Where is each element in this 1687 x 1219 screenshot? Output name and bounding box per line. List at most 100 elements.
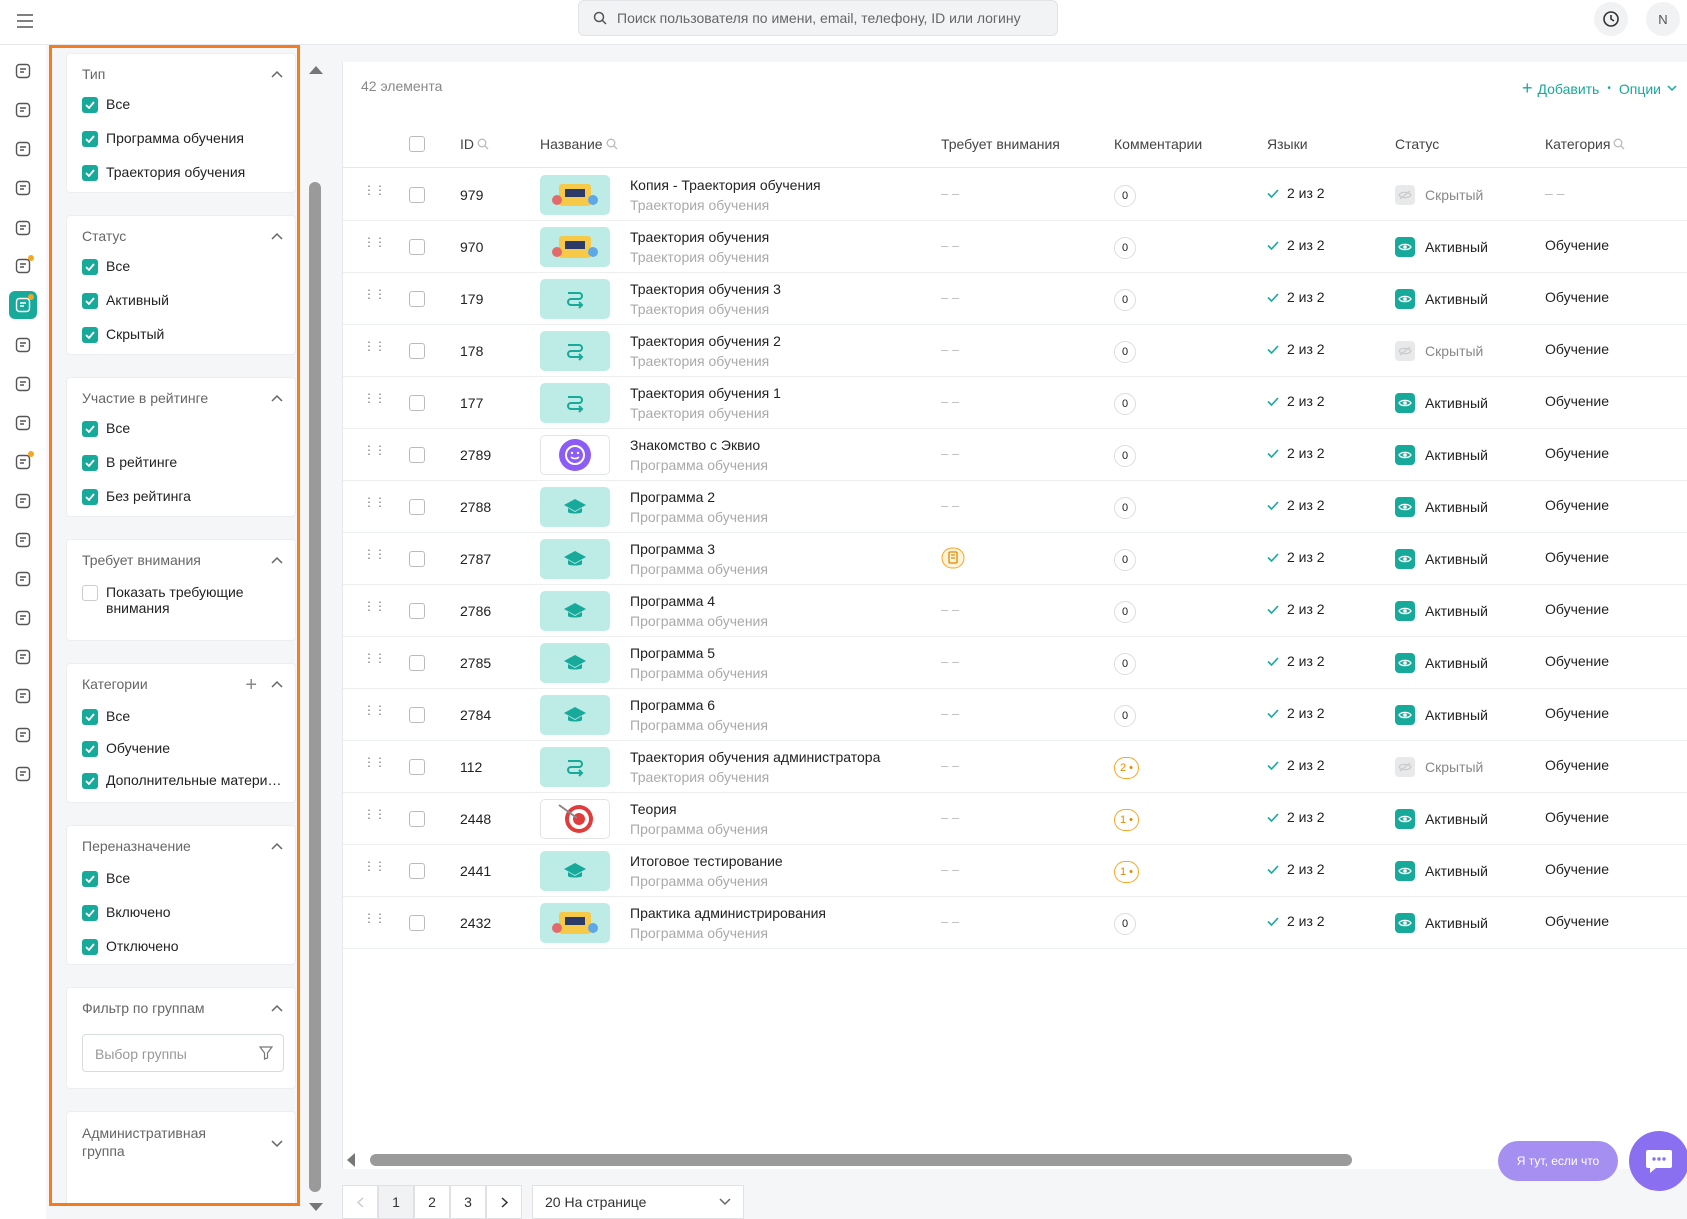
add-category-icon[interactable]: + — [245, 675, 257, 695]
checkbox-additional[interactable]: Дополнительные матери… — [82, 772, 281, 789]
select-all-checkbox[interactable] — [409, 136, 425, 152]
status-cell[interactable]: Активный — [1395, 237, 1488, 257]
table-row[interactable]: ⋮⋮ 2787 Программа 3 Программа обучения 0 2 из… — [343, 533, 1687, 585]
video-icon[interactable] — [9, 487, 37, 515]
comments-badge[interactable]: 0 — [1114, 705, 1136, 727]
prev-page-button[interactable] — [342, 1185, 378, 1219]
row-title[interactable]: Знакомство с Эквио — [630, 437, 760, 453]
drag-handle-icon[interactable]: ⋮⋮ — [363, 392, 386, 404]
row-checkbox[interactable] — [409, 187, 425, 203]
route-thumbnail-icon[interactable] — [540, 279, 610, 319]
checkbox-no-rating[interactable]: Без рейтинга — [82, 488, 191, 505]
status-cell[interactable]: Активный — [1395, 497, 1488, 517]
row-checkbox[interactable] — [409, 915, 425, 931]
table-row[interactable]: ⋮⋮ 979 Копия - Траектория обучения Траектор… — [343, 169, 1687, 221]
row-title[interactable]: Программа 3 — [630, 541, 715, 557]
chevron-up-icon[interactable] — [271, 842, 283, 850]
chat-icon[interactable] — [9, 448, 37, 476]
search-icon[interactable] — [1613, 138, 1625, 150]
status-cell[interactable]: Скрытый — [1395, 185, 1483, 205]
drag-handle-icon[interactable]: ⋮⋮ — [363, 600, 386, 612]
route-thumbnail-icon[interactable] — [540, 331, 610, 371]
drag-handle-icon[interactable]: ⋮⋮ — [363, 808, 386, 820]
row-title[interactable]: Траектория обучения — [630, 229, 769, 245]
checkbox-hidden[interactable]: Скрытый — [82, 326, 164, 343]
trend-icon[interactable] — [9, 721, 37, 749]
info-icon[interactable] — [9, 526, 37, 554]
arrow-left-icon[interactable] — [347, 1153, 355, 1167]
chevron-up-icon[interactable] — [271, 70, 283, 78]
row-title[interactable]: Программа 4 — [630, 593, 715, 609]
checkbox-all[interactable]: Все — [82, 870, 130, 887]
row-checkbox[interactable] — [409, 499, 425, 515]
cap-thumbnail-icon[interactable] — [540, 487, 610, 527]
search-box[interactable]: Поиск пользователя по имени, email, теле… — [578, 0, 1058, 36]
table-row[interactable]: ⋮⋮ 2448 Теория Программа обучения – – 1 • 2 из… — [343, 793, 1687, 845]
row-checkbox[interactable] — [409, 863, 425, 879]
table-row[interactable]: ⋮⋮ 2786 Программа 4 Программа обучения – – 0 2… — [343, 585, 1687, 637]
pic-thumbnail-icon[interactable] — [540, 175, 610, 215]
row-title[interactable]: Теория — [630, 801, 677, 817]
news-icon[interactable] — [9, 252, 37, 280]
arrow-down-icon[interactable] — [309, 1203, 323, 1211]
chat-button[interactable] — [1629, 1131, 1687, 1191]
status-cell[interactable]: Скрытый — [1395, 341, 1483, 361]
drag-handle-icon[interactable]: ⋮⋮ — [363, 548, 386, 560]
table-row[interactable]: ⋮⋮ 2432 Практика администрирования Программ… — [343, 897, 1687, 949]
comments-badge[interactable]: 0 — [1114, 393, 1136, 415]
checkbox-show-attention[interactable]: Показать требующие внимания — [82, 584, 244, 616]
cap-thumbnail-icon[interactable] — [540, 851, 610, 891]
comments-badge[interactable]: 1 • — [1114, 809, 1140, 831]
comments-badge[interactable]: 0 — [1114, 289, 1136, 311]
users-icon[interactable] — [9, 96, 37, 124]
monitor-icon[interactable] — [9, 760, 37, 788]
status-cell[interactable]: Активный — [1395, 809, 1488, 829]
checkbox-program[interactable]: Программа обучения — [82, 130, 244, 147]
row-title[interactable]: Траектория обучения администратора — [630, 749, 880, 765]
options-button[interactable]: Опции — [1619, 81, 1661, 97]
row-title[interactable]: Итоговое тестирование — [630, 853, 783, 869]
settings-icon[interactable] — [9, 135, 37, 163]
table-row[interactable]: ⋮⋮ 177 Траектория обучения 1 Траектория обу… — [343, 377, 1687, 429]
drag-handle-icon[interactable]: ⋮⋮ — [363, 288, 386, 300]
drag-handle-icon[interactable]: ⋮⋮ — [363, 340, 386, 352]
row-title[interactable]: Траектория обучения 3 — [630, 281, 781, 297]
row-title[interactable]: Практика администрирования — [630, 905, 826, 921]
table-row[interactable]: ⋮⋮ 2789 Знакомство с Эквио Программа обучен… — [343, 429, 1687, 481]
row-checkbox[interactable] — [409, 759, 425, 775]
attention-icon[interactable] — [941, 547, 965, 572]
check-icon[interactable] — [9, 331, 37, 359]
status-cell[interactable]: Активный — [1395, 705, 1488, 725]
learning-icon[interactable] — [9, 291, 37, 319]
row-checkbox[interactable] — [409, 811, 425, 827]
help-bubble[interactable]: Я тут, если что — [1498, 1141, 1618, 1181]
row-checkbox[interactable] — [409, 239, 425, 255]
drag-handle-icon[interactable]: ⋮⋮ — [363, 860, 386, 872]
row-checkbox[interactable] — [409, 343, 425, 359]
status-cell[interactable]: Активный — [1395, 913, 1488, 933]
table-row[interactable]: ⋮⋮ 112 Траектория обучения администратора Т… — [343, 741, 1687, 793]
chevron-up-icon[interactable] — [271, 394, 283, 402]
row-title[interactable]: Траектория обучения 2 — [630, 333, 781, 349]
drag-handle-icon[interactable]: ⋮⋮ — [363, 704, 386, 716]
comments-badge[interactable]: 2 • — [1114, 757, 1140, 779]
checkbox-disabled[interactable]: Отключено — [82, 938, 179, 955]
comments-badge[interactable]: 0 — [1114, 497, 1136, 519]
col-id[interactable]: ID — [460, 136, 489, 152]
drag-handle-icon[interactable]: ⋮⋮ — [363, 756, 386, 768]
per-page-select[interactable]: 20 На странице — [532, 1185, 744, 1219]
checkbox-all[interactable]: Все — [82, 420, 130, 437]
profile-icon[interactable] — [9, 682, 37, 710]
chevron-up-icon[interactable] — [271, 1004, 283, 1012]
comments-badge[interactable]: 0 — [1114, 237, 1136, 259]
table-row[interactable]: ⋮⋮ 178 Траектория обучения 2 Траектория обу… — [343, 325, 1687, 377]
checkbox-trajectory[interactable]: Траектория обучения — [82, 164, 245, 181]
row-checkbox[interactable] — [409, 395, 425, 411]
comments-badge[interactable]: 0 — [1114, 185, 1136, 207]
checkbox-all[interactable]: Все — [82, 708, 130, 725]
target-thumbnail-icon[interactable] — [540, 799, 610, 839]
dashboard-icon[interactable] — [9, 57, 37, 85]
table-row[interactable]: ⋮⋮ 2784 Программа 6 Программа обучения – – 0 2… — [343, 689, 1687, 741]
cap-thumbnail-icon[interactable] — [540, 695, 610, 735]
drag-handle-icon[interactable]: ⋮⋮ — [363, 444, 386, 456]
